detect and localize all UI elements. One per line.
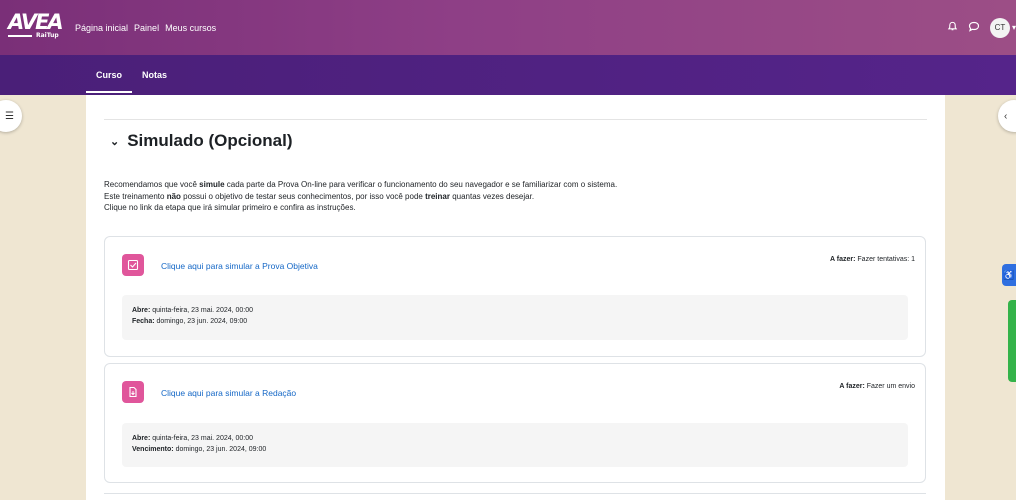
nav-dashboard-link[interactable]: Painel <box>134 23 159 33</box>
tab-grades[interactable]: Notas <box>132 55 177 95</box>
summary-text: cada parte da Prova On-line para verific… <box>224 180 618 189</box>
date-label: Vencimento: <box>132 446 174 453</box>
summary-text: Recomendamos que você <box>104 180 200 189</box>
quiz-icon <box>122 254 144 276</box>
due-date: Vencimento: domingo, 23 jun. 2024, 09:00 <box>132 444 898 455</box>
bell-icon[interactable] <box>947 21 958 35</box>
activity-card: Clique aqui para simular a Prova Objetiv… <box>104 236 926 357</box>
block-drawer-toggle[interactable]: ‹ <box>998 100 1016 132</box>
course-tabs: Curso Notas <box>86 55 177 95</box>
completion-status: A fazer: Fazer um envio <box>839 383 915 390</box>
summary-bold: simule <box>199 180 225 189</box>
summary-line-1: Recomendamos que você simule cada parte … <box>104 179 617 191</box>
section-divider <box>104 119 927 120</box>
top-navbar: AVEA RaiTup Página inicial Painel Meus c… <box>0 0 1016 55</box>
chevron-down-icon[interactable]: ▾ <box>1012 23 1016 32</box>
date-label: Abre: <box>132 307 151 314</box>
open-date: Abre: quinta-feira, 23 mai. 2024, 00:00 <box>132 433 898 444</box>
chat-icon[interactable] <box>968 21 980 35</box>
nav-my-courses-link[interactable]: Meus cursos <box>165 23 216 33</box>
activity-dates: Abre: quinta-feira, 23 mai. 2024, 00:00 … <box>122 295 908 340</box>
status-label: A fazer: <box>830 256 856 263</box>
logo-text: AVEA <box>8 10 64 34</box>
summary-text: quantas vezes desejar. <box>449 191 535 201</box>
logo-underline <box>8 35 32 37</box>
close-date: Fecha: domingo, 23 jun. 2024, 09:00 <box>132 316 898 327</box>
status-label: A fazer: <box>839 383 865 390</box>
activity-card: Clique aqui para simular a Redação A faz… <box>104 363 926 483</box>
tab-course[interactable]: Curso <box>86 55 133 95</box>
next-activity-card <box>104 493 926 500</box>
course-content: ⌄ Simulado (Opcional) Recomendamos que v… <box>86 95 945 500</box>
open-date: Abre: quinta-feira, 23 mai. 2024, 00:00 <box>132 305 898 316</box>
date-label: Abre: <box>132 435 151 442</box>
activity-dates: Abre: quinta-feira, 23 mai. 2024, 00:00 … <box>122 423 908 467</box>
logo-subtext: RaiTup <box>36 32 59 39</box>
activity-link[interactable]: Clique aqui para simular a Prova Objetiv… <box>161 261 318 271</box>
summary-text: possui o objetivo de testar seus conheci… <box>180 191 426 201</box>
completion-status: A fazer: Fazer tentativas: 1 <box>830 256 915 263</box>
summary-bold: não <box>166 191 181 201</box>
date-value: quinta-feira, 23 mai. 2024, 00:00 <box>152 435 254 442</box>
section-heading[interactable]: ⌄ Simulado (Opcional) <box>110 131 293 151</box>
status-value: Fazer um envio <box>866 383 915 390</box>
activity-link[interactable]: Clique aqui para simular a Redação <box>161 388 296 398</box>
chevron-down-icon[interactable]: ⌄ <box>110 135 119 148</box>
course-secondary-nav: Curso Notas <box>0 55 1016 95</box>
date-label: Fecha: <box>132 318 155 325</box>
primary-nav: Página inicial Painel Meus cursos <box>75 0 216 55</box>
chevron-left-icon: ‹ <box>1004 110 1008 122</box>
summary-text: Este treinamento <box>104 191 167 201</box>
assignment-icon <box>122 381 144 403</box>
summary-line-2: Este treinamento não possui o objetivo d… <box>104 191 617 203</box>
accessibility-button[interactable]: ♿ <box>1002 264 1016 286</box>
user-menu-area: CT ▾ <box>947 0 1016 55</box>
avatar[interactable]: CT <box>989 17 1010 38</box>
date-value: domingo, 23 jun. 2024, 09:00 <box>156 318 248 325</box>
section-summary: Recomendamos que você simule cada parte … <box>104 179 617 214</box>
accessibility-icon: ♿ <box>1003 269 1015 280</box>
date-value: domingo, 23 jun. 2024, 09:00 <box>175 446 267 453</box>
summary-line-3: Clique no link da etapa que irá simular … <box>104 203 356 212</box>
course-index-toggle[interactable]: ☰ <box>0 100 22 132</box>
menu-icon: ☰ <box>5 110 14 122</box>
status-value: Fazer tentativas: 1 <box>857 256 915 263</box>
section-title: Simulado (Opcional) <box>127 131 293 150</box>
summary-bold: treinar <box>425 191 450 201</box>
date-value: quinta-feira, 23 mai. 2024, 00:00 <box>152 307 254 314</box>
side-widget-tab[interactable] <box>1008 300 1016 382</box>
site-logo[interactable]: AVEA RaiTup <box>8 10 64 44</box>
nav-home-link[interactable]: Página inicial <box>75 23 128 33</box>
